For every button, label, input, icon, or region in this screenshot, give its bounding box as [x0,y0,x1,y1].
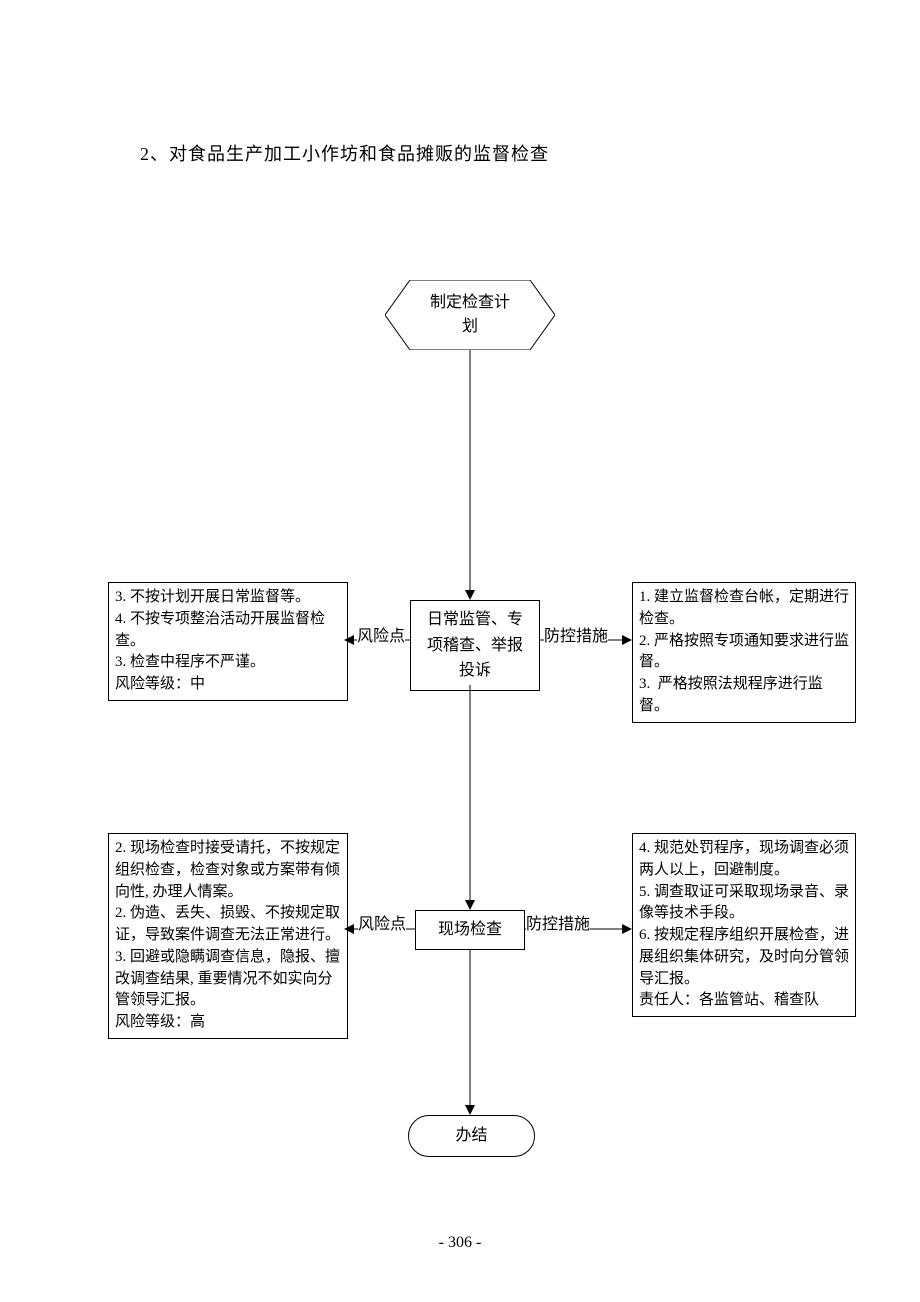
supervision-node: 日常监管、专项稽查、举报投诉 [410,600,540,691]
risk-box-1: 3. 不按计划开展日常监督等。4. 不按专项整治活动开展监督检查。3. 检查中程… [108,582,348,701]
risk-label-2: 风险点 [358,910,406,934]
inspection-node: 现场检查 [415,910,525,950]
start-node: 制定检查计划 [385,280,555,350]
prevention-box-1: 1. 建立监督检查台帐，定期进行检查。2. 严格按照专项通知要求进行监督。3. … [632,582,856,723]
risk-label-1: 风险点 [357,622,405,646]
prevention-label-2: 防控措施 [526,910,590,934]
page-number: - 306 - [0,1234,920,1252]
document-title: 2、对食品生产加工小作坊和食品摊贩的监督检查 [140,140,549,166]
start-node-label: 制定检查计划 [410,291,530,339]
risk-box-2: 2. 现场检查时接受请托，不按规定组织检查，检查对象或方案带有倾向性, 办理人情… [108,833,348,1039]
prevention-box-2: 4. 规范处罚程序，现场调查必须两人以上，回避制度。5. 调查取证可采取现场录音… [632,833,856,1017]
end-node: 办结 [408,1115,535,1157]
prevention-label-1: 防控措施 [544,622,608,646]
